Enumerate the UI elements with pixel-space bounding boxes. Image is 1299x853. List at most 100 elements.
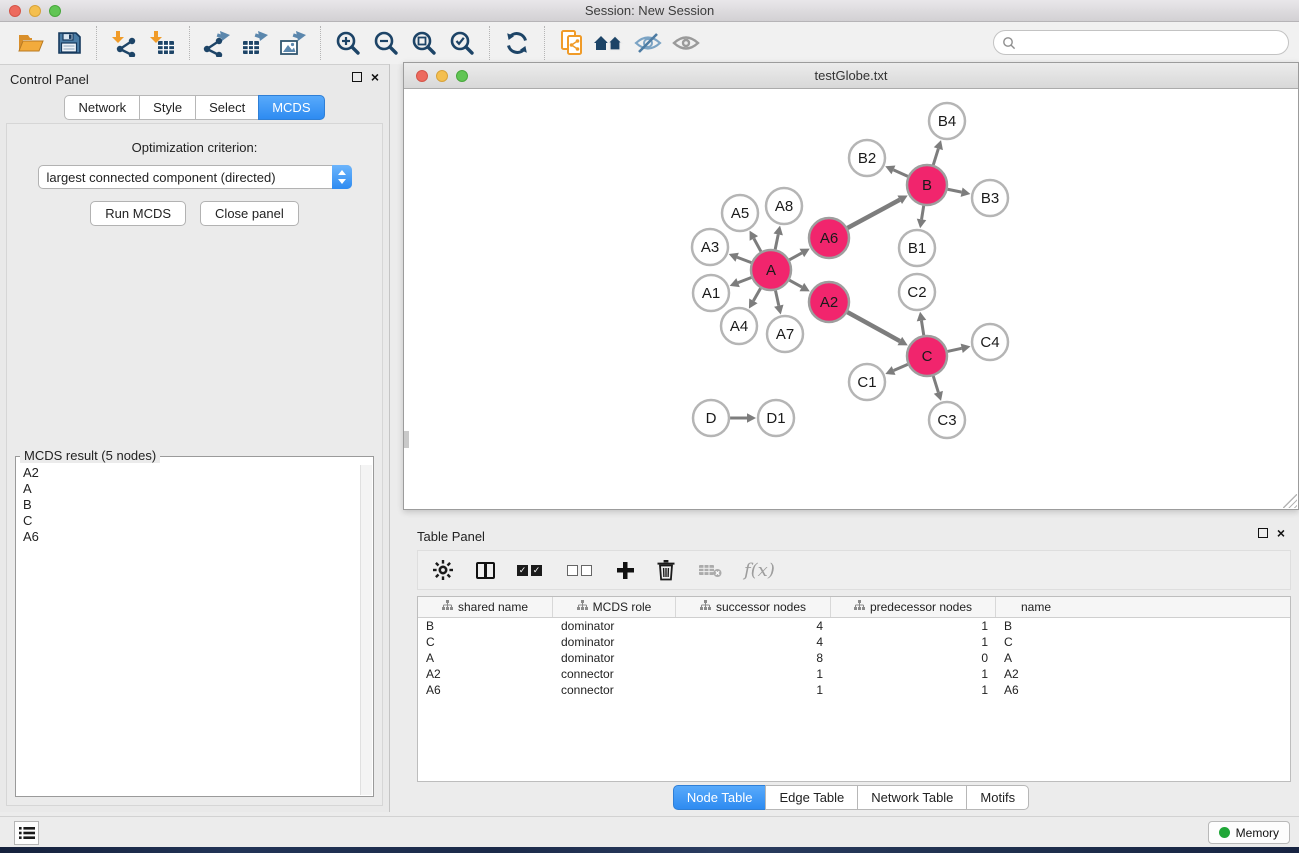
table-cell[interactable]: 1 xyxy=(676,667,831,681)
close-panel-button[interactable]: Close panel xyxy=(200,201,299,226)
column-header-successor-nodes[interactable]: successor nodes xyxy=(676,597,831,617)
graph-node-A3[interactable]: A3 xyxy=(692,229,728,265)
mcds-result-item[interactable]: C xyxy=(17,513,360,529)
canvas-edge-handle[interactable] xyxy=(404,431,409,448)
table-cell[interactable]: 1 xyxy=(676,683,831,697)
table-cell[interactable]: C xyxy=(418,635,553,649)
graph-node-D1[interactable]: D1 xyxy=(758,400,794,436)
tab-mcds[interactable]: MCDS xyxy=(258,95,324,120)
tab-network[interactable]: Network xyxy=(64,95,140,120)
graph-edge[interactable] xyxy=(885,166,908,177)
show-all-icon[interactable] xyxy=(669,26,703,60)
graph-edge[interactable] xyxy=(917,206,926,229)
graph-edge[interactable] xyxy=(730,413,756,423)
graph-node-A7[interactable]: A7 xyxy=(767,316,803,352)
table-row[interactable]: A6connector11A6 xyxy=(418,682,1290,698)
graph-edge[interactable] xyxy=(749,288,761,308)
network-graph[interactable]: B4B2BB3A5A8A6B1A3AA1C2A2A4A7C4CC1C3DD1 xyxy=(404,89,1298,509)
table-cell[interactable]: 1 xyxy=(831,619,996,633)
table-cell[interactable]: connector xyxy=(553,683,676,697)
open-session-icon[interactable] xyxy=(14,26,48,60)
graph-node-A8[interactable]: A8 xyxy=(766,188,802,224)
hide-selected-icon[interactable] xyxy=(631,26,665,60)
table-settings-gear-icon[interactable] xyxy=(432,557,454,583)
graph-node-A[interactable]: A xyxy=(751,250,791,290)
table-header[interactable]: shared nameMCDS rolesuccessor nodesprede… xyxy=(418,597,1290,618)
graph-node-B2[interactable]: B2 xyxy=(849,140,885,176)
table-cell[interactable]: A xyxy=(996,651,1076,665)
graph-node-C[interactable]: C xyxy=(907,336,947,376)
graph-node-B3[interactable]: B3 xyxy=(972,180,1008,216)
export-network-icon[interactable] xyxy=(200,26,234,60)
mcds-result-item[interactable]: B xyxy=(17,497,360,513)
float-table-panel-icon[interactable] xyxy=(1258,528,1268,538)
run-mcds-button[interactable]: Run MCDS xyxy=(90,201,186,226)
result-scrollbar[interactable] xyxy=(360,465,372,795)
zoom-selected-icon[interactable] xyxy=(445,26,479,60)
save-session-icon[interactable] xyxy=(52,26,86,60)
table-body[interactable]: Bdominator41BCdominator41CAdominator80AA… xyxy=(418,618,1290,698)
table-cell[interactable]: dominator xyxy=(553,619,676,633)
network-canvas[interactable]: B4B2BB3A5A8A6B1A3AA1C2A2A4A7C4CC1C3DD1 xyxy=(404,89,1298,509)
graph-edge[interactable] xyxy=(789,249,809,260)
graph-node-B[interactable]: B xyxy=(907,165,947,205)
graph-edge[interactable] xyxy=(774,226,783,250)
close-panel-icon[interactable]: × xyxy=(371,72,379,82)
graph-node-C2[interactable]: C2 xyxy=(899,274,935,310)
table-cell[interactable]: A xyxy=(418,651,553,665)
table-cell[interactable]: B xyxy=(418,619,553,633)
graph-edge[interactable] xyxy=(948,187,971,196)
table-cell[interactable]: A6 xyxy=(996,683,1076,697)
tab-select[interactable]: Select xyxy=(195,95,259,120)
column-header-MCDS-role[interactable]: MCDS role xyxy=(553,597,676,617)
graph-edge[interactable] xyxy=(750,231,761,252)
column-header-name[interactable]: name xyxy=(996,597,1076,617)
table-cell[interactable]: 8 xyxy=(676,651,831,665)
graph-node-D[interactable]: D xyxy=(693,400,729,436)
export-image-icon[interactable] xyxy=(276,26,310,60)
table-cell[interactable]: 1 xyxy=(831,683,996,697)
table-cell[interactable]: B xyxy=(996,619,1076,633)
graph-edge[interactable] xyxy=(774,291,783,315)
graph-edge[interactable] xyxy=(847,195,907,228)
graph-edge[interactable] xyxy=(847,312,907,345)
graph-edge[interactable] xyxy=(917,312,926,335)
tab-style[interactable]: Style xyxy=(139,95,196,120)
table-cell[interactable]: 0 xyxy=(831,651,996,665)
zoom-in-icon[interactable] xyxy=(331,26,365,60)
graph-node-A6[interactable]: A6 xyxy=(809,218,849,258)
graph-node-B4[interactable]: B4 xyxy=(929,103,965,139)
table-cell[interactable]: dominator xyxy=(553,635,676,649)
table-cell[interactable]: A6 xyxy=(418,683,553,697)
column-header-predecessor-nodes[interactable]: predecessor nodes xyxy=(831,597,996,617)
graph-node-B1[interactable]: B1 xyxy=(899,230,935,266)
show-column-pane-icon[interactable] xyxy=(476,557,495,583)
zoom-fit-icon[interactable] xyxy=(407,26,441,60)
graph-edge[interactable] xyxy=(933,140,943,165)
graph-edge[interactable] xyxy=(933,376,943,401)
mcds-result-item[interactable]: A2 xyxy=(17,465,360,481)
graph-node-C3[interactable]: C3 xyxy=(929,402,965,438)
graph-edge[interactable] xyxy=(789,280,809,291)
mcds-result-list[interactable]: A2ABCA6 xyxy=(17,465,360,795)
memory-button[interactable]: Memory xyxy=(1208,821,1290,844)
table-cell[interactable]: connector xyxy=(553,667,676,681)
refresh-layout-icon[interactable] xyxy=(500,26,534,60)
graph-node-A5[interactable]: A5 xyxy=(722,195,758,231)
table-cell[interactable]: 4 xyxy=(676,619,831,633)
select-all-columns-icon[interactable]: ✓✓ xyxy=(517,557,545,583)
import-network-icon[interactable] xyxy=(107,26,141,60)
tab-motifs[interactable]: Motifs xyxy=(966,785,1029,810)
table-cell[interactable]: A2 xyxy=(418,667,553,681)
graph-edge[interactable] xyxy=(729,253,752,263)
table-cell[interactable]: 4 xyxy=(676,635,831,649)
table-cell[interactable]: 1 xyxy=(831,635,996,649)
table-cell[interactable]: A2 xyxy=(996,667,1076,681)
graph-node-A1[interactable]: A1 xyxy=(693,275,729,311)
tab-edge-table[interactable]: Edge Table xyxy=(765,785,858,810)
delete-column-icon[interactable] xyxy=(656,557,676,583)
close-table-panel-icon[interactable]: × xyxy=(1277,528,1285,538)
graph-edge[interactable] xyxy=(885,364,907,375)
table-row[interactable]: A2connector11A2 xyxy=(418,666,1290,682)
table-cell[interactable]: C xyxy=(996,635,1076,649)
